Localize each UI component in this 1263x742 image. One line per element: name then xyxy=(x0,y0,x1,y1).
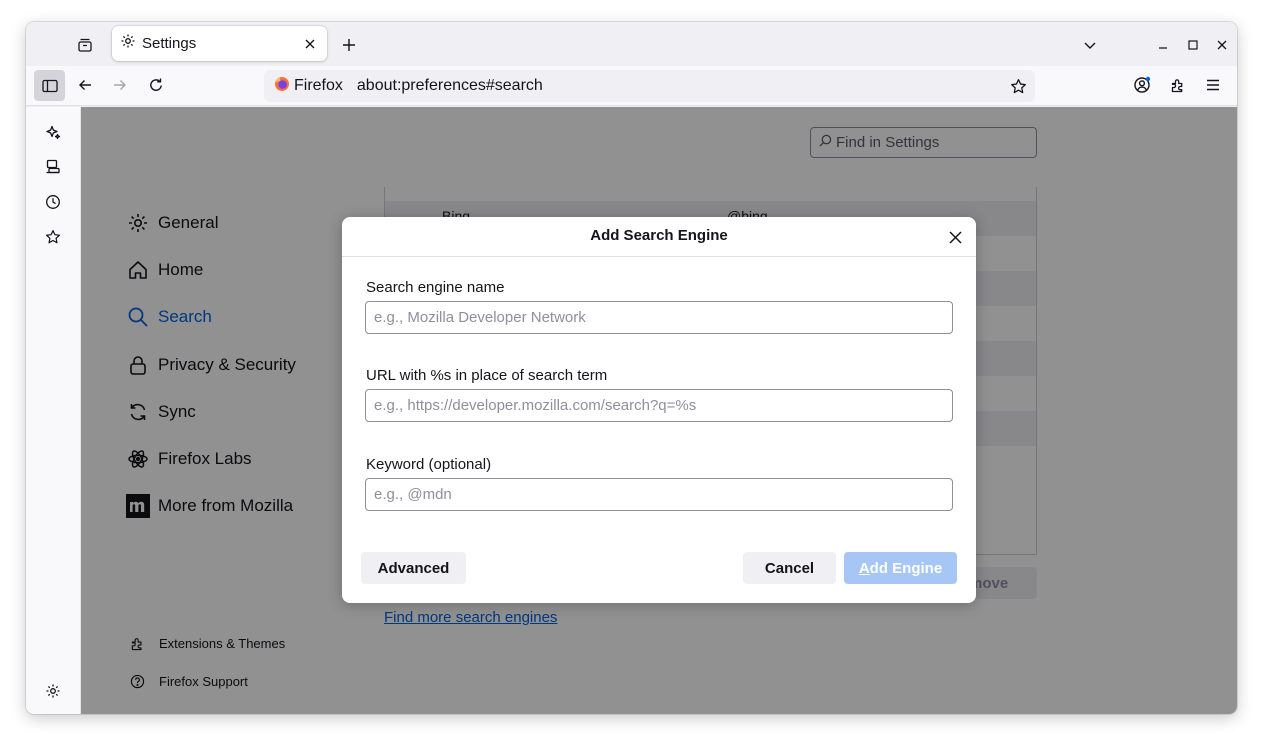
cancel-button[interactable]: Cancel xyxy=(743,552,836,584)
advanced-button[interactable]: Advanced xyxy=(361,552,466,584)
reload-icon[interactable] xyxy=(145,74,167,96)
bookmark-star-icon[interactable] xyxy=(1008,76,1028,96)
account-icon[interactable] xyxy=(1131,74,1153,96)
new-tab-icon[interactable] xyxy=(338,34,360,56)
close-tab-icon[interactable] xyxy=(299,33,321,55)
history-icon[interactable] xyxy=(42,191,64,213)
url-text[interactable]: about:preferences#search xyxy=(357,77,543,95)
tab-title: Settings xyxy=(142,35,197,52)
forward-icon xyxy=(109,74,131,96)
tab-strip: Settings xyxy=(26,22,1237,66)
add-engine-label: Add Engine xyxy=(858,559,943,577)
close-icon[interactable] xyxy=(942,224,968,250)
gear-icon xyxy=(120,33,136,54)
sidebar-toggle-icon[interactable] xyxy=(34,70,65,101)
engine-keyword-input[interactable] xyxy=(365,478,953,511)
sidebar xyxy=(26,107,81,714)
identity-box[interactable]: Firefox xyxy=(264,74,351,98)
nav-bar: Firefox about:preferences#search xyxy=(26,66,1237,106)
url-bar[interactable]: Firefox about:preferences#search xyxy=(264,70,1035,102)
add-engine-button[interactable]: Add Engine xyxy=(844,552,957,584)
bookmarks-star-icon[interactable] xyxy=(42,226,64,248)
firefox-logo-icon xyxy=(274,76,290,97)
maximize-icon[interactable] xyxy=(1182,34,1204,56)
ai-chatbot-icon[interactable] xyxy=(42,121,64,143)
engine-name-input[interactable] xyxy=(365,301,953,334)
minimize-icon[interactable] xyxy=(1152,34,1174,56)
engine-url-input[interactable] xyxy=(365,389,953,422)
dialog-title: Add Search Engine xyxy=(590,227,728,244)
engine-url-label: URL with %s in place of search term xyxy=(366,367,608,384)
tab-settings[interactable]: Settings xyxy=(112,26,327,61)
tab-groups-icon[interactable] xyxy=(73,35,97,55)
identity-label: Firefox xyxy=(294,77,343,94)
close-window-icon[interactable] xyxy=(1211,34,1233,56)
back-icon[interactable] xyxy=(74,74,96,96)
add-search-engine-dialog: Add Search Engine Search engine name URL… xyxy=(342,217,976,603)
list-all-tabs-icon[interactable] xyxy=(1079,34,1101,56)
extensions-icon[interactable] xyxy=(1167,74,1189,96)
menu-icon[interactable] xyxy=(1202,74,1224,96)
dialog-header: Add Search Engine xyxy=(342,217,976,257)
synced-tabs-icon[interactable] xyxy=(42,156,64,178)
engine-keyword-label: Keyword (optional) xyxy=(366,456,492,473)
customize-sidebar-gear-icon[interactable] xyxy=(42,680,64,702)
engine-name-label: Search engine name xyxy=(366,279,505,296)
